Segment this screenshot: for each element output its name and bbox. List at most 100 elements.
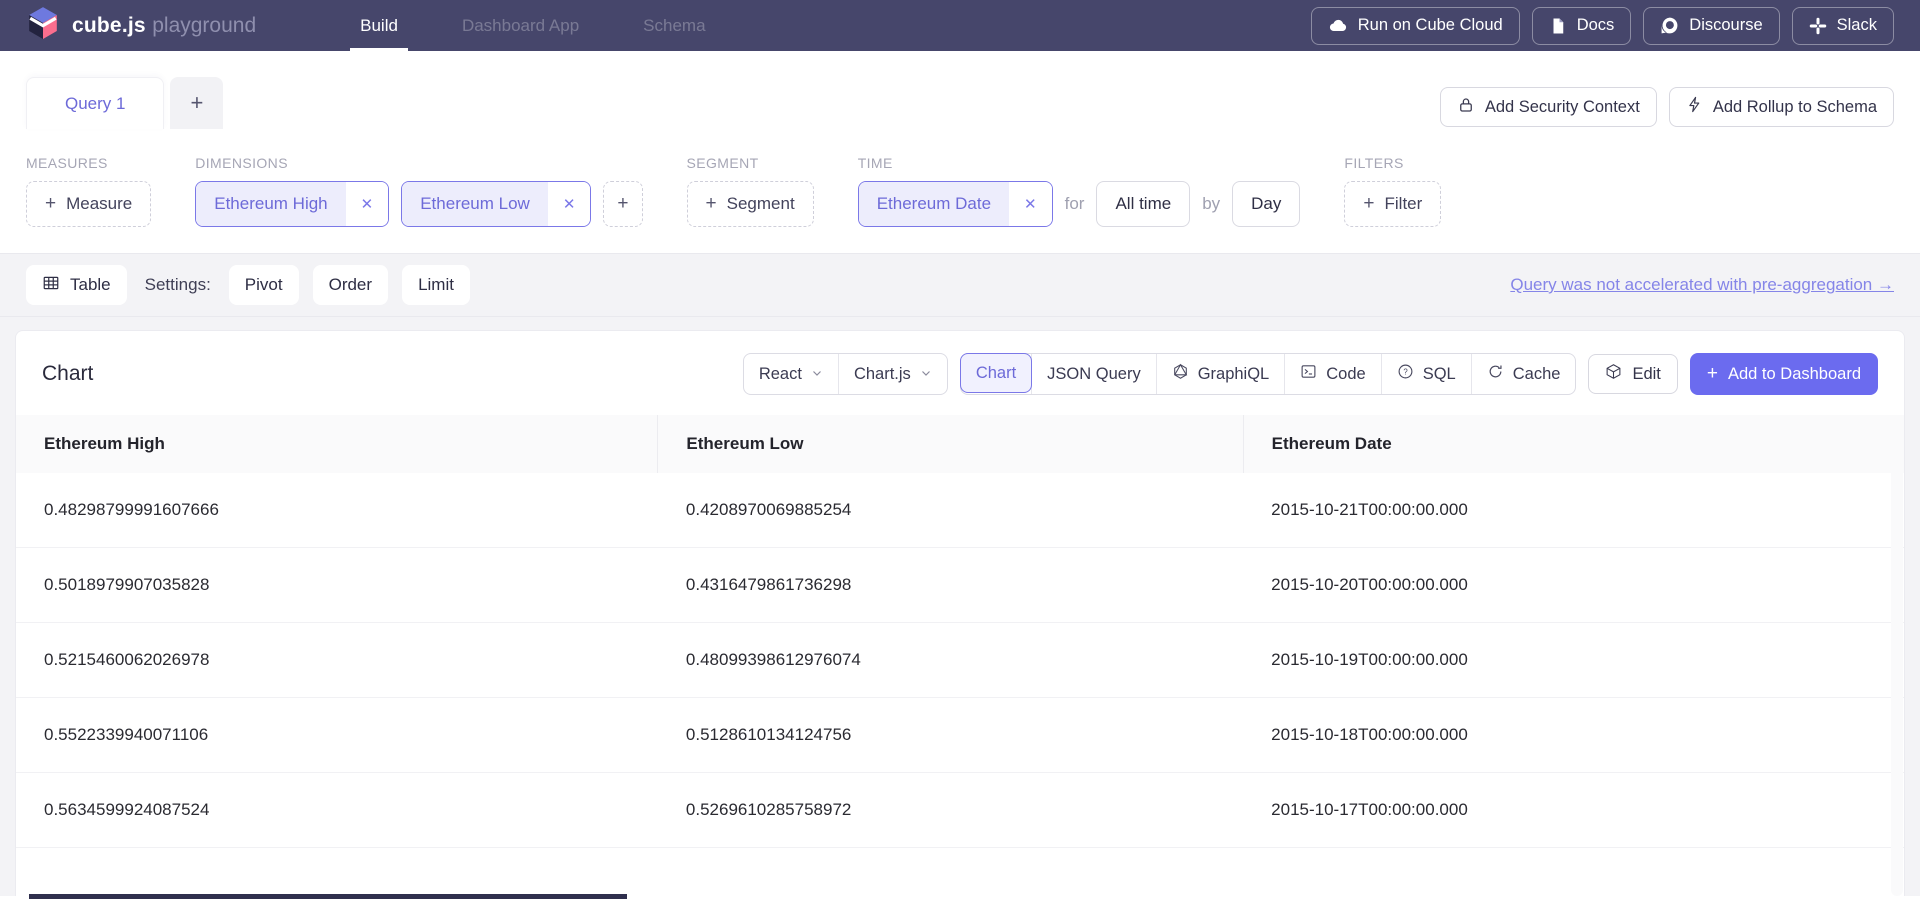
add-rollup-to-schema-button[interactable]: Add Rollup to Schema	[1669, 87, 1894, 127]
table-cell: 0.4208970069885254	[658, 473, 1243, 548]
column-header-ethereum-high[interactable]: Ethereum High	[16, 415, 658, 473]
table-view-button[interactable]: Table	[26, 265, 127, 305]
table-row: 0.5215460062026978 0.48099398612976074 2…	[16, 623, 1904, 698]
segment-group: SEGMENT + Segment	[687, 155, 814, 227]
lock-icon	[1457, 96, 1475, 119]
table-row: 0.48298799991607666 0.4208970069885254 2…	[16, 473, 1904, 548]
docs-button[interactable]: Docs	[1532, 7, 1632, 45]
preaggregation-link[interactable]: Query was not accelerated with pre-aggre…	[1510, 275, 1894, 295]
slack-icon	[1809, 17, 1827, 35]
result-table: Ethereum High Ethereum Low Ethereum Date…	[16, 415, 1904, 848]
plus-icon: +	[1707, 363, 1718, 385]
limit-button[interactable]: Limit	[402, 265, 470, 305]
dimensions-group: DIMENSIONS Ethereum High ✕ Ethereum Low …	[195, 155, 642, 227]
date-range-button[interactable]: All time	[1096, 181, 1190, 227]
run-on-cube-cloud-button[interactable]: Run on Cube Cloud	[1311, 7, 1520, 45]
table-cell: 2015-10-17T00:00:00.000	[1243, 773, 1904, 848]
view-switcher-group: Chart JSON Query GraphiQL	[960, 353, 1577, 395]
document-icon	[1549, 17, 1567, 35]
add-to-dashboard-button[interactable]: + Add to Dashboard	[1690, 353, 1878, 395]
pivot-button[interactable]: Pivot	[229, 265, 299, 305]
graphql-icon	[1172, 363, 1189, 385]
remove-time-dimension-icon[interactable]: ✕	[1009, 182, 1052, 226]
table-grid-icon	[42, 274, 60, 297]
cloud-icon	[1328, 16, 1348, 36]
table-cell: 0.5522339940071106	[16, 698, 658, 773]
table-cell: 0.48298799991607666	[16, 473, 658, 548]
discourse-button[interactable]: Discourse	[1643, 7, 1779, 45]
nav-tabs: Build Dashboard App Schema	[328, 0, 737, 51]
settings-bar: Table Settings: Pivot Order Limit Query …	[0, 253, 1920, 317]
view-tab-cache[interactable]: Cache	[1471, 354, 1576, 394]
table-cell: 0.5128610134124756	[658, 698, 1243, 773]
for-label: for	[1065, 194, 1085, 214]
filters-label: FILTERS	[1344, 155, 1441, 171]
view-tab-chart[interactable]: Chart	[960, 353, 1032, 393]
add-filter-button[interactable]: + Filter	[1344, 181, 1441, 227]
chart-card: Chart React Chart.js	[15, 330, 1905, 896]
add-measure-button[interactable]: + Measure	[26, 181, 151, 227]
main-area: Chart React Chart.js	[0, 317, 1920, 896]
column-header-ethereum-low[interactable]: Ethereum Low	[658, 415, 1243, 473]
refresh-icon	[1487, 363, 1504, 385]
table-row: 0.5522339940071106 0.5128610134124756 20…	[16, 698, 1904, 773]
nav-actions: Run on Cube Cloud Docs Discourse	[1311, 0, 1894, 51]
table-cell: 0.48099398612976074	[658, 623, 1243, 698]
time-dimension-chip[interactable]: Ethereum Date ✕	[858, 181, 1053, 227]
time-group: TIME Ethereum Date ✕ for All time by Day	[858, 155, 1301, 227]
bolt-icon	[1686, 96, 1703, 118]
order-button[interactable]: Order	[313, 265, 388, 305]
question-circle-icon: ?	[1397, 363, 1414, 385]
table-row: 0.5634599924087524 0.5269610285758972 20…	[16, 773, 1904, 848]
view-tab-json-query[interactable]: JSON Query	[1031, 354, 1156, 394]
code-panel-edge	[29, 894, 627, 899]
table-cell: 0.5634599924087524	[16, 773, 658, 848]
top-navbar: cube.js playground Build Dashboard App S…	[0, 0, 1920, 51]
nav-tab-schema[interactable]: Schema	[633, 0, 715, 51]
by-label: by	[1202, 194, 1220, 214]
query-tabs-row: Query 1 + Add Security Context Add Rollu…	[0, 51, 1920, 129]
table-scrollbar[interactable]	[1891, 431, 1903, 896]
query-tab-1[interactable]: Query 1	[26, 77, 164, 129]
remove-dimension-icon[interactable]: ✕	[548, 182, 591, 226]
segment-label: SEGMENT	[687, 155, 814, 171]
nav-tab-build[interactable]: Build	[350, 0, 408, 51]
table-cell: 0.4316479861736298	[658, 548, 1243, 623]
measures-label: MEASURES	[26, 155, 151, 171]
add-dimension-button[interactable]: +	[603, 181, 642, 227]
add-security-context-button[interactable]: Add Security Context	[1440, 87, 1657, 127]
granularity-button[interactable]: Day	[1232, 181, 1300, 227]
brand-name: cube.js	[72, 14, 146, 37]
table-cell: 2015-10-19T00:00:00.000	[1243, 623, 1904, 698]
table-cell: 0.5269610285758972	[658, 773, 1243, 848]
table-cell: 0.5215460062026978	[16, 623, 658, 698]
chart-card-header: Chart React Chart.js	[16, 331, 1904, 415]
column-header-ethereum-date[interactable]: Ethereum Date	[1243, 415, 1904, 473]
settings-label: Settings:	[145, 275, 211, 295]
terminal-icon	[1300, 363, 1317, 385]
panel-title: Chart	[42, 362, 93, 386]
tabs-actions: Add Security Context Add Rollup to Schem…	[1440, 87, 1894, 127]
brand: cube.js playground	[26, 0, 256, 51]
view-tab-graphiql[interactable]: GraphiQL	[1156, 354, 1285, 394]
query-builder: MEASURES + Measure DIMENSIONS Ethereum H…	[0, 129, 1920, 253]
measures-group: MEASURES + Measure	[26, 155, 151, 227]
view-tab-sql[interactable]: ? SQL	[1381, 354, 1471, 394]
dimension-chip-ethereum-high[interactable]: Ethereum High ✕	[195, 181, 389, 227]
chevron-down-icon	[811, 365, 823, 384]
table-row: 0.5018979907035828 0.4316479861736298 20…	[16, 548, 1904, 623]
add-segment-button[interactable]: + Segment	[687, 181, 814, 227]
chart-controls: React Chart.js Chart JSON Query	[743, 353, 1878, 395]
framework-select[interactable]: React	[744, 354, 838, 394]
codesandbox-icon	[1605, 363, 1622, 385]
plus-icon: +	[1363, 193, 1374, 215]
remove-dimension-icon[interactable]: ✕	[346, 182, 389, 226]
edit-button[interactable]: Edit	[1588, 354, 1677, 394]
view-tab-code[interactable]: Code	[1284, 354, 1380, 394]
slack-button[interactable]: Slack	[1792, 7, 1894, 45]
dimension-chip-ethereum-low[interactable]: Ethereum Low ✕	[401, 181, 591, 227]
cubejs-logo-icon	[26, 6, 60, 45]
nav-tab-dashboard-app[interactable]: Dashboard App	[452, 0, 589, 51]
library-select[interactable]: Chart.js	[838, 354, 947, 394]
add-query-tab-button[interactable]: +	[170, 77, 223, 129]
